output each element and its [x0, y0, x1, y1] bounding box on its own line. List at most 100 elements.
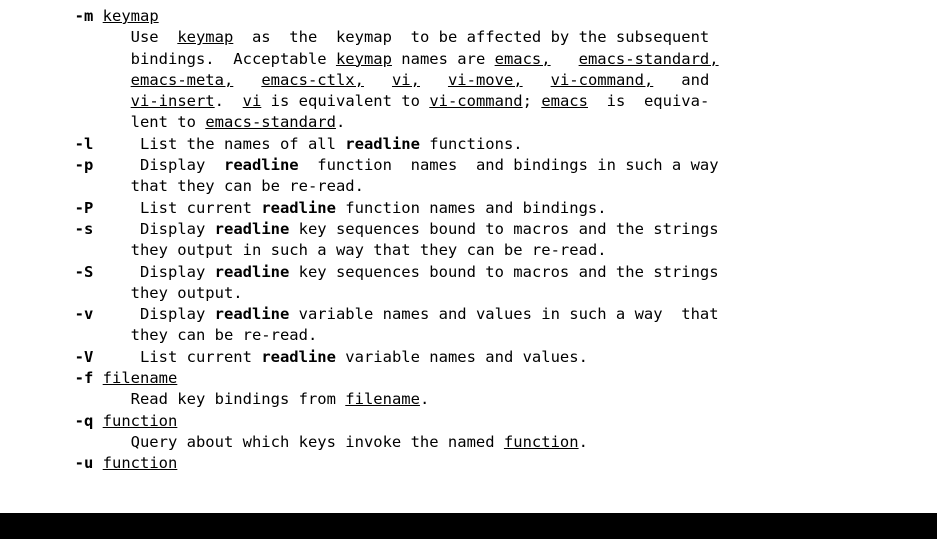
- text-run: [364, 71, 392, 89]
- man-page-line: -l List the names of all readline functi…: [0, 134, 937, 155]
- text-run: Use: [0, 28, 178, 47]
- text-run: and: [653, 70, 710, 89]
- man-page-line: Query about which keys invoke the named …: [0, 432, 937, 453]
- text-run: function names and bindings in such a wa…: [298, 156, 719, 175]
- text-run: [93, 7, 102, 25]
- text-run: emacs: [541, 92, 588, 111]
- text-run: [0, 454, 75, 472]
- text-run: is equivalent to: [261, 92, 430, 111]
- text-run: vi-command: [429, 92, 523, 111]
- text-run: bindings. Acceptable: [0, 49, 336, 68]
- text-run: .: [419, 390, 430, 409]
- man-page-line: -V List current readline variable names …: [0, 347, 937, 368]
- text-run: [0, 71, 131, 89]
- text-run: -p: [74, 156, 94, 175]
- man-page-line: vi-insert. vi is equivalent to vi-comman…: [0, 91, 937, 112]
- text-run: [233, 71, 261, 89]
- pager-status-bar[interactable]: Manual page cd(1) line 72 (press h for h…: [0, 513, 937, 539]
- man-page-line: they can be re-read.: [0, 325, 937, 346]
- text-run: [0, 369, 75, 387]
- text-run: .: [335, 113, 346, 132]
- man-page-line: they output.: [0, 283, 937, 304]
- text-run: vi-insert: [130, 92, 215, 111]
- text-run: -m: [74, 7, 94, 25]
- text-run: [93, 454, 102, 472]
- text-run: function: [102, 454, 178, 473]
- text-run: Display: [93, 305, 215, 324]
- text-run: [0, 156, 75, 174]
- text-run: [93, 369, 102, 387]
- text-run: [0, 412, 75, 430]
- text-run: readline: [345, 134, 420, 153]
- text-run: -P: [74, 198, 94, 217]
- text-run: that they can be re-read.: [0, 177, 364, 196]
- text-run: they output in such a way that they can …: [0, 241, 607, 260]
- text-run: filename: [102, 369, 178, 388]
- text-run: function: [102, 411, 178, 430]
- text-run: -V: [74, 347, 94, 366]
- text-run: keymap: [335, 49, 392, 68]
- man-page-line: they output in such a way that they can …: [0, 240, 937, 261]
- text-run: is equiva-: [587, 92, 710, 111]
- man-page-content: -m keymap Use keymap as the keymap to be…: [0, 0, 937, 513]
- text-run: readline: [223, 156, 299, 175]
- text-run: [0, 199, 75, 217]
- text-run: [0, 135, 75, 153]
- man-page-line: -q function: [0, 411, 937, 432]
- text-run: -q: [74, 411, 94, 430]
- text-run: variable names and values.: [335, 347, 588, 366]
- text-run: vi-command,: [550, 70, 654, 89]
- text-run: vi,: [391, 70, 420, 89]
- text-run: emacs-ctlx,: [261, 70, 364, 89]
- man-page-line: bindings. Acceptable keymap names are em…: [0, 49, 937, 70]
- man-page-line: -s Display readline key sequences bound …: [0, 219, 937, 240]
- text-run: they output.: [0, 283, 243, 302]
- text-run: key sequences bound to macros and the st…: [289, 219, 719, 238]
- man-page-line: emacs-meta, emacs-ctlx, vi, vi-move, vi-…: [0, 70, 937, 91]
- text-run: [0, 263, 75, 281]
- man-page-line: -P List current readline function names …: [0, 198, 937, 219]
- text-run: [523, 71, 551, 89]
- text-run: List current: [93, 198, 262, 217]
- text-run: keymap: [177, 28, 234, 47]
- text-run: ;: [522, 92, 542, 111]
- text-run: function names and bindings.: [335, 198, 607, 217]
- text-run: functions.: [419, 134, 523, 153]
- man-page-line: -p Display readline function names and b…: [0, 155, 937, 176]
- text-run: [420, 71, 448, 89]
- text-run: [0, 305, 75, 323]
- text-run: emacs,: [494, 49, 551, 68]
- text-run: [0, 220, 75, 238]
- text-run: Display: [93, 262, 215, 281]
- man-page-line: -f filename: [0, 368, 937, 389]
- text-run: Display: [93, 156, 224, 175]
- man-page-line: that they can be re-read.: [0, 176, 937, 197]
- man-page-line: -u function: [0, 453, 937, 474]
- text-run: [0, 92, 131, 110]
- text-run: List the names of all: [93, 134, 346, 153]
- man-page-viewer: -m keymap Use keymap as the keymap to be…: [0, 0, 937, 539]
- text-run: .: [214, 92, 243, 111]
- text-run: vi-move,: [447, 70, 523, 89]
- text-run: filename: [345, 390, 420, 409]
- text-run: function: [503, 432, 579, 451]
- text-run: as the keymap to be affected by the subs…: [233, 28, 710, 47]
- text-run: key sequences bound to macros and the st…: [289, 262, 719, 281]
- text-run: .: [578, 432, 588, 451]
- man-page-line: lent to emacs-standard.: [0, 112, 937, 133]
- text-run: Display: [93, 219, 215, 238]
- text-run: lent to: [0, 113, 206, 132]
- man-page-line: -S Display readline key sequences bound …: [0, 262, 937, 283]
- text-run: variable names and values in such a way …: [289, 305, 719, 324]
- text-run: readline: [261, 347, 336, 366]
- text-run: -s: [74, 219, 94, 238]
- text-run: [0, 7, 75, 25]
- text-run: readline: [261, 198, 336, 217]
- text-run: Read key bindings from: [0, 390, 346, 409]
- text-run: Query about which keys invoke the named: [0, 432, 504, 451]
- text-run: keymap: [102, 7, 159, 25]
- text-run: readline: [214, 305, 290, 324]
- text-run: List current: [93, 347, 262, 366]
- text-run: [93, 412, 102, 430]
- text-run: emacs-standard: [205, 113, 336, 132]
